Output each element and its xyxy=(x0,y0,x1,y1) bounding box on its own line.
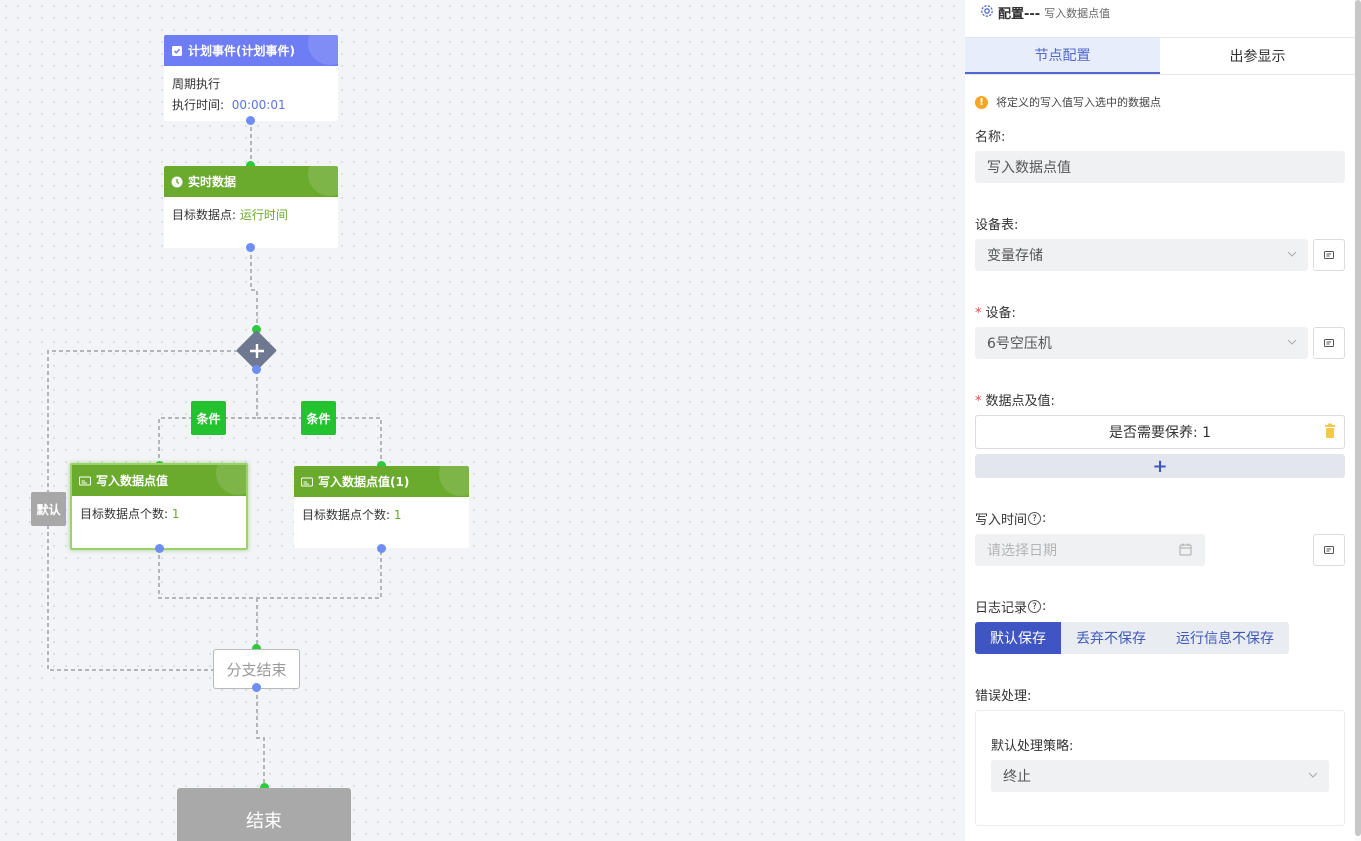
name-field[interactable]: 写入数据点值 xyxy=(975,151,1345,183)
realtime-node[interactable]: 实时数据 目标数据点: 运行时间 xyxy=(164,166,338,248)
chevron-down-icon xyxy=(1307,769,1319,785)
log-option-default-save[interactable]: 默认保存 xyxy=(975,622,1061,654)
datapoint-label: * 数据点及值: xyxy=(975,394,1055,409)
flow-canvas[interactable]: 计划事件(计划事件) 周期执行 执行时间: 00:00:01 实时数据 目标数据… xyxy=(0,0,965,841)
write-node-1-out-port[interactable] xyxy=(155,544,164,553)
write-node-2[interactable]: 写入数据点值(1) 目标数据点个数: 1 xyxy=(294,466,469,548)
edge-writes-merge xyxy=(158,548,382,599)
panel-header: 配置--- 写入数据点值 xyxy=(980,3,1110,22)
realtime-node-header: 实时数据 xyxy=(164,166,338,197)
log-options: 默认保存 丢弃不保存 运行信息不保存 xyxy=(975,622,1289,654)
realtime-node-title: 实时数据 xyxy=(188,175,237,189)
error-label: 错误处理: xyxy=(975,689,1032,704)
panel-scrollbar[interactable] xyxy=(1355,0,1361,841)
device-table-label: 设备表: xyxy=(975,218,1019,233)
add-datapoint-button[interactable]: + xyxy=(975,454,1345,478)
log-option-no-runtime-info[interactable]: 运行信息不保存 xyxy=(1161,622,1289,654)
write-node-2-label: 目标数据点个数: xyxy=(302,508,391,522)
device-edit-button[interactable] xyxy=(1313,327,1345,359)
start-node-line1: 周期执行 xyxy=(172,77,221,91)
tab-output-params[interactable]: 出参显示 xyxy=(1160,38,1355,74)
help-icon[interactable]: ? xyxy=(1028,600,1042,613)
plus-icon xyxy=(247,341,267,361)
default-tag[interactable]: 默认 xyxy=(31,492,66,526)
name-label: 名称: xyxy=(975,130,1006,145)
write-time-picker[interactable]: 请选择日期 xyxy=(975,534,1205,566)
write-node-1-header: 写入数据点值 xyxy=(72,465,246,496)
datapoint-entry[interactable]: 是否需要保养: 1 xyxy=(975,415,1345,449)
panel-tabs: 节点配置 出参显示 xyxy=(965,37,1355,75)
start-node-header: 计划事件(计划事件) xyxy=(164,35,338,66)
trash-icon[interactable] xyxy=(1324,423,1336,443)
chevron-down-icon xyxy=(1286,248,1298,264)
write-time-edit-button[interactable] xyxy=(1313,534,1345,566)
notice: ! 将定义的写入值写入选中的数据点 xyxy=(975,94,1161,110)
realtime-node-label: 目标数据点: xyxy=(172,208,237,222)
write-time-placeholder: 请选择日期 xyxy=(987,543,1057,559)
config-panel: 配置--- 写入数据点值 节点配置 出参显示 ! 将定义的写入值写入选中的数据点 … xyxy=(965,0,1361,841)
strategy-value: 终止 xyxy=(1003,769,1031,785)
write-node-1-value: 1 xyxy=(171,507,180,521)
branch-end-out-port[interactable] xyxy=(252,683,261,692)
write-node-1[interactable]: 写入数据点值 目标数据点个数: 1 xyxy=(70,463,248,550)
device-select[interactable]: 6号空压机 xyxy=(975,327,1308,359)
chevron-down-icon xyxy=(1286,336,1298,352)
write-node-2-out-port[interactable] xyxy=(377,544,386,553)
device-label: * 设备: xyxy=(975,306,1016,321)
start-node-title: 计划事件(计划事件) xyxy=(188,44,295,58)
start-node-time-label: 执行时间: xyxy=(172,98,225,112)
write-node-2-value: 1 xyxy=(393,508,402,522)
panel-subtitle: 写入数据点值 xyxy=(1044,6,1111,20)
edit-icon xyxy=(1324,339,1334,347)
panel-title: 配置--- xyxy=(998,7,1041,22)
write-data-icon xyxy=(301,476,313,488)
help-icon[interactable]: ? xyxy=(1028,512,1042,525)
write-node-2-header: 写入数据点值(1) xyxy=(294,466,469,497)
edge-branchend-end xyxy=(256,688,265,788)
start-node[interactable]: 计划事件(计划事件) 周期执行 执行时间: 00:00:01 xyxy=(164,35,338,121)
condition-tag-1[interactable]: 条件 xyxy=(191,401,226,435)
end-node[interactable]: 结束 xyxy=(177,788,351,841)
start-node-time-value: 00:00:01 xyxy=(231,98,286,112)
gateway-out-port[interactable] xyxy=(252,365,261,374)
gear-icon xyxy=(980,4,994,22)
calendar-icon xyxy=(1179,543,1192,560)
condition-tag-2[interactable]: 条件 xyxy=(301,401,336,435)
write-node-1-label: 目标数据点个数: xyxy=(80,507,169,521)
device-table-value: 变量存储 xyxy=(987,248,1043,264)
clock-icon xyxy=(171,176,183,188)
device-table-select[interactable]: 变量存储 xyxy=(975,239,1308,271)
clipboard-check-icon xyxy=(171,45,183,57)
device-value: 6号空压机 xyxy=(987,336,1052,352)
realtime-node-value: 运行时间 xyxy=(239,208,288,222)
scrollbar-thumb[interactable] xyxy=(1355,0,1361,836)
log-label: 日志记录 ? : xyxy=(975,599,1047,616)
device-table-edit-button[interactable] xyxy=(1313,239,1345,271)
edit-icon xyxy=(1324,546,1334,554)
log-option-discard[interactable]: 丢弃不保存 xyxy=(1061,622,1161,654)
write-data-icon xyxy=(79,475,91,487)
datapoint-entry-text: 是否需要保养: 1 xyxy=(1108,425,1212,441)
strategy-select[interactable]: 终止 xyxy=(991,760,1329,792)
write-time-label: 写入时间 ? : xyxy=(975,511,1047,528)
warning-icon: ! xyxy=(975,95,988,109)
strategy-label: 默认处理策略: xyxy=(991,739,1074,754)
realtime-node-out-port[interactable] xyxy=(246,243,255,252)
edit-icon xyxy=(1324,251,1334,259)
write-node-1-title: 写入数据点值 xyxy=(96,474,169,488)
tab-node-config[interactable]: 节点配置 xyxy=(965,38,1160,74)
start-node-out-port[interactable] xyxy=(246,116,255,125)
error-handling-card: 默认处理策略: 终止 xyxy=(975,710,1345,826)
flow-edges xyxy=(47,120,382,788)
notice-text: 将定义的写入值写入选中的数据点 xyxy=(996,96,1161,109)
write-node-2-title: 写入数据点值(1) xyxy=(318,475,410,489)
edge-realtime-gateway xyxy=(250,248,258,330)
